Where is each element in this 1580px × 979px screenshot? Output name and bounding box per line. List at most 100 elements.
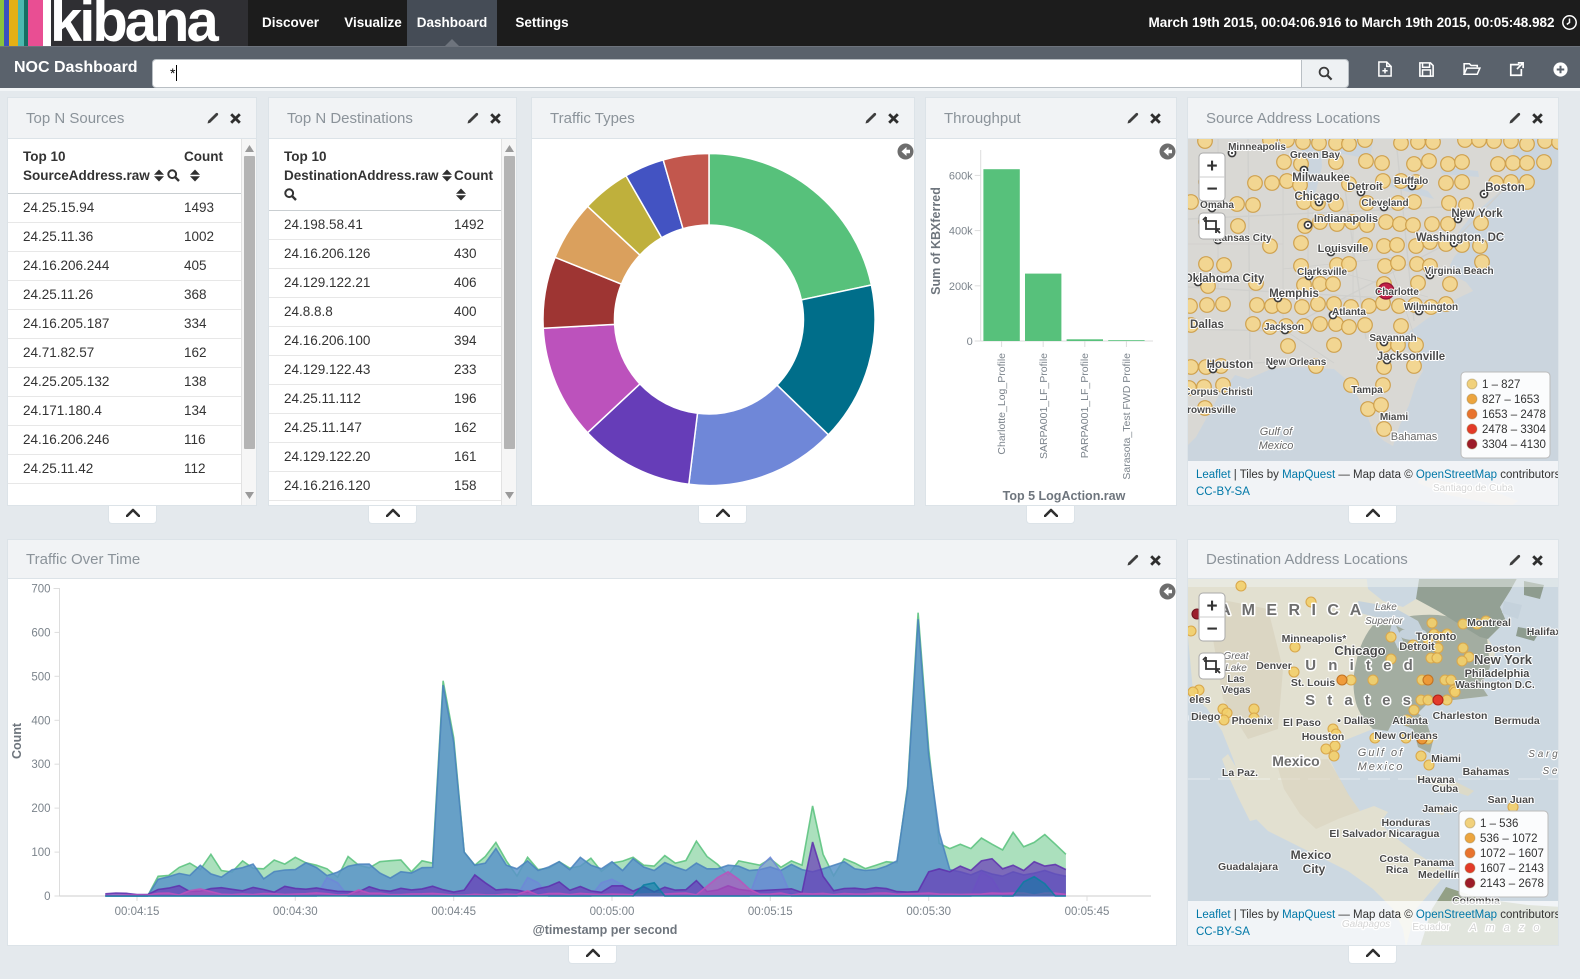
svg-text:eles: eles — [1189, 694, 1210, 706]
svg-text:00:04:30: 00:04:30 — [273, 906, 318, 918]
svg-text:00:05:45: 00:05:45 — [1065, 906, 1110, 918]
svg-text:Corpus Christi: Corpus Christi — [1188, 387, 1253, 398]
svg-text:3304 – 4130: 3304 – 4130 — [1482, 439, 1546, 451]
svg-text:Louisville: Louisville — [1318, 243, 1369, 255]
svg-text:Minneapolis: Minneapolis — [1228, 142, 1286, 153]
svg-text:Mexico: Mexico — [1291, 848, 1332, 862]
svg-text:400k: 400k — [949, 226, 973, 238]
svg-text:Chicago: Chicago — [1294, 191, 1339, 203]
svg-text:Indianapolis: Indianapolis — [1314, 213, 1378, 225]
svg-text:Toronto: Toronto — [1416, 631, 1457, 643]
svg-text:Wilmington: Wilmington — [1404, 302, 1458, 313]
svg-text:Chicago: Chicago — [1334, 643, 1385, 658]
svg-text:Miami: Miami — [1380, 412, 1409, 423]
svg-text:Jackson: Jackson — [1264, 322, 1304, 333]
svg-text:Lake: Lake — [1225, 663, 1247, 674]
svg-text:Savannah: Savannah — [1369, 333, 1416, 344]
svg-text:100: 100 — [31, 847, 50, 859]
svg-text:Vegas: Vegas — [1222, 685, 1251, 696]
svg-text:1653 – 2478: 1653 – 2478 — [1482, 409, 1546, 421]
svg-text:Halifax: Halifax — [1527, 626, 1558, 638]
svg-text:Tampa: Tampa — [1351, 385, 1383, 396]
svg-text:U n i t e d: U n i t e d — [1305, 657, 1417, 674]
svg-text:00:05:15: 00:05:15 — [748, 906, 793, 918]
svg-text:Sum of KBXferred: Sum of KBXferred — [929, 187, 943, 295]
svg-text:Sarasota_Test FWD Profile: Sarasota_Test FWD Profile — [1121, 353, 1133, 480]
svg-text:1607 – 2143: 1607 – 2143 — [1480, 863, 1544, 875]
svg-text:Leaflet | Tiles by MapQuest —: Leaflet | Tiles by MapQuest — Map data ©… — [1196, 909, 1558, 921]
svg-text:El Salvador: El Salvador — [1329, 828, 1386, 840]
svg-text:Atlanta: Atlanta — [1392, 715, 1428, 727]
svg-text:1 – 827: 1 – 827 — [1482, 379, 1520, 391]
svg-text:200: 200 — [31, 803, 50, 815]
svg-text:Bermuda: Bermuda — [1494, 715, 1540, 727]
svg-text:Washington D.C.: Washington D.C. — [1455, 680, 1535, 691]
svg-text:00:04:45: 00:04:45 — [431, 906, 476, 918]
svg-text:Leaflet | Tiles by MapQuest —: Leaflet | Tiles by MapQuest — Map data ©… — [1196, 469, 1558, 481]
svg-text:San Juan: San Juan — [1488, 794, 1535, 806]
svg-text:SARPA001_LF_Profile: SARPA001_LF_Profile — [1038, 353, 1050, 459]
svg-text:Great: Great — [1223, 651, 1249, 662]
svg-text:+: + — [1206, 156, 1217, 177]
svg-text:600: 600 — [31, 627, 50, 639]
svg-text:• Dallas: • Dallas — [1337, 715, 1375, 727]
svg-text:Charlotte_Log_Profile: Charlotte_Log_Profile — [996, 353, 1008, 455]
svg-text:Clarksville: Clarksville — [1297, 267, 1347, 278]
svg-text:Brownsville: Brownsville — [1188, 405, 1236, 416]
svg-text:El Paso: El Paso — [1283, 717, 1321, 729]
svg-text:−: − — [1206, 619, 1217, 640]
svg-text:Montreal: Montreal — [1467, 617, 1511, 629]
svg-text:Omaha: Omaha — [1200, 200, 1234, 211]
svg-text:1 – 536: 1 – 536 — [1480, 818, 1518, 830]
svg-text:City: City — [1303, 862, 1326, 876]
svg-text:Nicaragua: Nicaragua — [1389, 828, 1440, 840]
svg-text:Guadalajara: Guadalajara — [1218, 861, 1278, 873]
svg-text:Green Bay: Green Bay — [1290, 150, 1340, 161]
svg-text:@timestamp per second: @timestamp per second — [533, 923, 678, 937]
svg-text:Mexico: Mexico — [1259, 440, 1294, 452]
svg-text:Buffalo: Buffalo — [1394, 176, 1428, 187]
svg-text:La Paz.: La Paz. — [1222, 767, 1258, 779]
svg-text:Dallas: Dallas — [1190, 319, 1224, 331]
svg-text:1072 – 1607: 1072 – 1607 — [1480, 848, 1544, 860]
svg-text:Rica: Rica — [1386, 864, 1408, 876]
svg-text:−: − — [1206, 179, 1217, 200]
svg-text:Mexico: Mexico — [1272, 753, 1319, 769]
svg-text:500: 500 — [31, 671, 50, 683]
svg-text:New Orleans: New Orleans — [1374, 730, 1438, 742]
svg-text:Oklahoma City: Oklahoma City — [1188, 273, 1265, 285]
svg-text:St. Louis: St. Louis — [1291, 677, 1335, 689]
svg-text:Bahamas: Bahamas — [1391, 431, 1438, 443]
svg-text:Atlanta: Atlanta — [1332, 307, 1366, 318]
svg-text:700: 700 — [31, 584, 50, 596]
svg-text:S t a t e s: S t a t e s — [1305, 692, 1415, 709]
svg-text:Cleveland: Cleveland — [1361, 198, 1408, 209]
svg-text:Medellín: Medellín — [1418, 869, 1460, 881]
svg-text:Las: Las — [1227, 674, 1245, 685]
svg-text:Jacksonville: Jacksonville — [1377, 351, 1445, 363]
svg-text:Jamaic: Jamaic — [1422, 803, 1458, 815]
svg-text:00:05:30: 00:05:30 — [906, 906, 951, 918]
svg-text:Gulf of: Gulf of — [1358, 747, 1404, 759]
svg-text:Bahamas: Bahamas — [1463, 766, 1510, 778]
svg-text:CC-BY-SA: CC-BY-SA — [1196, 486, 1250, 498]
svg-text:CC-BY-SA: CC-BY-SA — [1196, 926, 1250, 938]
svg-text:Phoenix: Phoenix — [1232, 715, 1273, 727]
svg-text:00:04:15: 00:04:15 — [115, 906, 160, 918]
svg-text:Count: Count — [10, 722, 24, 759]
svg-text:n Diego: n Diego — [1188, 711, 1220, 723]
svg-text:Memphis: Memphis — [1269, 288, 1319, 300]
svg-text:S e: S e — [1542, 766, 1557, 777]
svg-text:2478 – 3304: 2478 – 3304 — [1482, 424, 1547, 436]
svg-text:Top 5 LogAction.raw: Top 5 LogAction.raw — [1003, 489, 1126, 503]
svg-text:Denver: Denver — [1256, 660, 1292, 672]
svg-text:Gulf of: Gulf of — [1260, 426, 1293, 438]
svg-text:Washington, DC: Washington, DC — [1416, 232, 1504, 244]
svg-text:0: 0 — [967, 336, 973, 348]
svg-text:300: 300 — [31, 759, 50, 771]
svg-text:Houston: Houston — [1207, 359, 1254, 371]
svg-text:Panama: Panama — [1414, 857, 1454, 869]
svg-text:200k: 200k — [949, 281, 973, 293]
svg-text:Mexico: Mexico — [1358, 761, 1405, 773]
svg-text:0: 0 — [44, 891, 50, 903]
